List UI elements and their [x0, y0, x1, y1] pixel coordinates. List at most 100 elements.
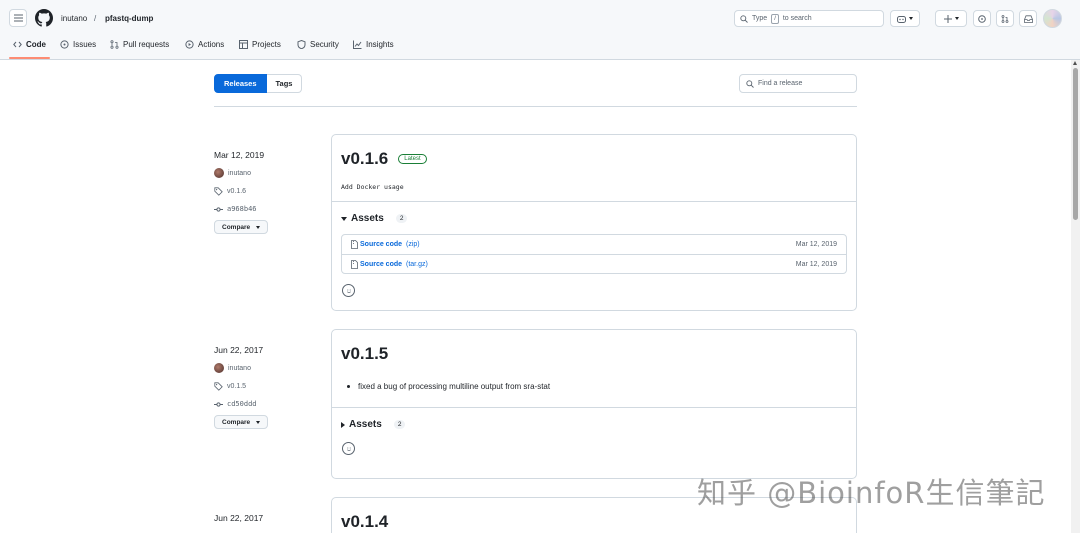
tab-issues-label: Issues [73, 40, 97, 49]
compare-button[interactable]: Compare [214, 415, 269, 429]
assets-toggle[interactable]: Assets 2 [332, 202, 856, 224]
active-tab-indicator [9, 57, 50, 59]
inbox-icon [1023, 14, 1033, 23]
scroll-up-arrow-icon[interactable] [1073, 61, 1077, 65]
breadcrumb-separator: / [94, 14, 97, 23]
pull-request-icon [1001, 14, 1009, 23]
tab-actions-label: Actions [198, 40, 225, 49]
tag-icon [214, 186, 223, 196]
avatar [214, 363, 224, 373]
find-release-input[interactable]: Find a release [739, 74, 857, 93]
compare-button[interactable]: Compare [214, 220, 269, 234]
release-card: v0.1.6 Latest Add Docker usage Assets 2 … [331, 134, 857, 311]
inbox-button[interactable] [1019, 10, 1037, 27]
scrollbar-thumb[interactable] [1073, 68, 1078, 220]
release-date: Mar 12, 2019 [214, 150, 265, 160]
release-meta: Jun 22, 2017 inutano v0.1.5 cd50ddd Comp… [214, 345, 324, 429]
asset-link[interactable]: Source code (tar.gz) [351, 259, 428, 269]
releases-tab-button[interactable]: Releases [214, 74, 267, 93]
watermark: 知乎 @BioinfoR生信筆記 [697, 476, 1046, 510]
compare-label: Compare [222, 418, 251, 426]
menu-button[interactable] [9, 9, 27, 27]
add-reaction-button[interactable] [342, 442, 355, 455]
compare-label: Compare [222, 223, 251, 231]
release-commit[interactable]: cd50ddd [214, 399, 324, 409]
latest-badge: Latest [398, 154, 427, 164]
play-icon [185, 40, 194, 49]
copilot-button[interactable] [890, 10, 920, 27]
release-date: Jun 22, 2017 [214, 513, 264, 523]
breadcrumb-owner[interactable]: inutano [61, 14, 87, 23]
file-zip-icon [351, 259, 358, 269]
release-meta: Mar 12, 2019 inutano v0.1.6 a968b46 Comp… [214, 150, 324, 234]
create-new-button[interactable] [935, 10, 967, 27]
release-tag-label: v0.1.6 [227, 187, 247, 195]
issue-icon [978, 14, 986, 23]
release-tag[interactable]: v0.1.6 [214, 186, 324, 196]
release-notes-item: fixed a bug of processing multiline outp… [341, 382, 847, 391]
release-title[interactable]: v0.1.6 [341, 149, 388, 169]
tab-pull-requests-label: Pull requests [123, 40, 170, 49]
user-avatar[interactable] [1043, 9, 1062, 28]
release-header: v0.1.5 fixed a bug of processing multili… [332, 330, 856, 408]
breadcrumb-repo[interactable]: pfastq-dump [105, 14, 153, 23]
issues-button[interactable] [973, 10, 991, 27]
shield-icon [297, 40, 306, 49]
search-shortcut-key: / [771, 13, 779, 24]
assets-count: 2 [393, 420, 406, 429]
asset-type: (zip) [406, 241, 420, 248]
asset-row: Source code (zip) Mar 12, 2019 [342, 235, 846, 254]
global-bar: inutano / pfastq-dump Type / to search [0, 6, 1080, 30]
search-placeholder-prefix: Type [752, 15, 768, 22]
search-input[interactable]: Type / to search [734, 10, 884, 27]
triangle-down-icon [341, 216, 347, 221]
release-title[interactable]: v0.1.5 [341, 344, 388, 364]
tab-insights[interactable]: Insights [353, 40, 394, 49]
app-header: inutano / pfastq-dump Type / to search C… [0, 0, 1080, 60]
smiley-icon [346, 289, 351, 293]
tags-tab-button[interactable]: Tags [266, 74, 303, 93]
asset-date: Mar 12, 2019 [795, 241, 837, 248]
release-author-name: inutano [228, 364, 251, 372]
release-title[interactable]: v0.1.4 [341, 512, 388, 532]
assets-count: 2 [395, 214, 408, 223]
assets-label: Assets [349, 419, 382, 430]
file-zip-icon [351, 240, 358, 249]
page-scrollbar[interactable] [1071, 60, 1080, 533]
release-date: Jun 22, 2017 [214, 345, 264, 355]
release-header: v0.1.6 Latest Add Docker usage [332, 135, 856, 202]
asset-row: Source code (tar.gz) Mar 12, 2019 [342, 254, 846, 273]
release-author-name: inutano [228, 169, 251, 177]
github-logo-icon[interactable] [35, 9, 53, 27]
tab-projects[interactable]: Projects [239, 40, 281, 49]
release-commit[interactable]: a968b46 [214, 204, 324, 214]
asset-type: (tar.gz) [406, 260, 428, 268]
tab-code[interactable]: Code [13, 40, 46, 49]
divider [214, 106, 857, 107]
tab-security[interactable]: Security [297, 40, 339, 49]
asset-name: Source code [360, 241, 403, 248]
chevron-down-icon [954, 17, 959, 20]
asset-list: Source code (zip) Mar 12, 2019 Source co… [341, 234, 847, 274]
asset-date: Mar 12, 2019 [795, 260, 837, 268]
tab-pull-requests[interactable]: Pull requests [110, 40, 169, 49]
chevron-down-icon [256, 420, 261, 424]
tab-actions[interactable]: Actions [185, 40, 224, 49]
pull-request-icon [110, 40, 119, 49]
tab-issues[interactable]: Issues [60, 40, 96, 49]
pull-requests-button[interactable] [996, 10, 1014, 27]
assets-toggle[interactable]: Assets 2 [332, 408, 856, 430]
asset-link[interactable]: Source code (zip) [351, 240, 420, 249]
bullet-dot [347, 385, 350, 388]
add-reaction-button[interactable] [342, 284, 355, 297]
tab-insights-label: Insights [366, 40, 394, 49]
release-author[interactable]: inutano [214, 168, 324, 178]
release-notes-text: fixed a bug of processing multiline outp… [358, 382, 551, 391]
release-tag[interactable]: v0.1.5 [214, 381, 324, 391]
hamburger-icon [13, 14, 23, 22]
release-notes: Add Docker usage [341, 183, 404, 191]
plus-icon [943, 14, 952, 23]
table-icon [239, 40, 248, 49]
release-commit-sha: cd50ddd [227, 400, 257, 408]
release-author[interactable]: inutano [214, 363, 324, 373]
